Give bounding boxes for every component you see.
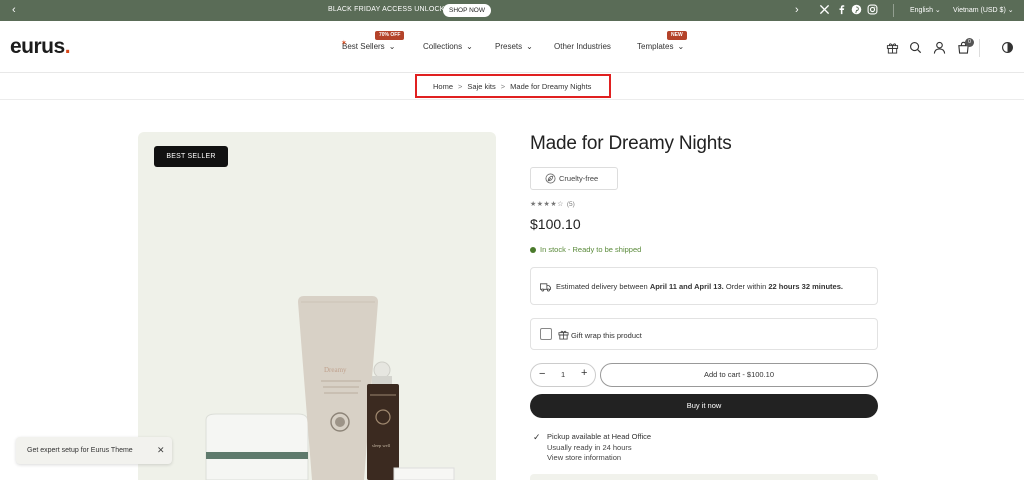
product-rating[interactable]: ★★★★☆ (5) [530, 200, 575, 208]
nav-label: Best Sellers [342, 42, 385, 51]
nav-templates[interactable]: Templates ⌄ [637, 42, 684, 51]
toast-message: Get expert setup for Eurus Theme [27, 447, 133, 454]
account-icon[interactable] [933, 41, 946, 54]
add-to-cart-button[interactable]: Add to cart - $100.10 [600, 363, 878, 387]
nav-other-industries[interactable]: Other Industries [554, 42, 611, 51]
info-card [530, 474, 878, 480]
breadcrumb-collection[interactable]: Saje kits [467, 82, 495, 91]
header-divider [979, 39, 980, 57]
chevron-down-icon: ⌄ [1007, 7, 1014, 14]
stock-text: In stock - Ready to be shipped [540, 245, 642, 254]
chevron-down-icon: ⌄ [934, 7, 941, 14]
product-image[interactable]: Dreamy sleep well BEST SELLER [138, 132, 496, 480]
chevron-left-icon[interactable]: ‹ [12, 4, 16, 16]
buy-now-button[interactable]: Buy it now [530, 394, 878, 418]
announcement-bar: ‹ BLACK FRIDAY ACCESS UNLOCKED SHOP NOW … [0, 0, 1024, 21]
setup-toast[interactable]: Get expert setup for Eurus Theme ✕ [16, 437, 172, 464]
delivery-countdown: 22 hours 32 minutes. [768, 282, 843, 291]
announcement-divider [893, 4, 894, 17]
promo-text: BLACK FRIDAY ACCESS UNLOCKED [328, 6, 455, 13]
breadcrumb-separator: > [458, 82, 463, 91]
truck-icon [540, 283, 551, 292]
delivery-estimate: Estimated delivery between April 11 and … [530, 267, 878, 305]
best-seller-badge: BEST SELLER [154, 146, 228, 167]
close-icon[interactable]: ✕ [157, 445, 165, 456]
x-icon[interactable] [819, 4, 830, 15]
nav-label: Presets [495, 42, 523, 51]
product-photo: Dreamy sleep well [205, 296, 455, 480]
chevron-down-icon: ⌄ [466, 42, 473, 51]
check-icon: ✓ [533, 432, 541, 442]
logo[interactable]: eurus. [10, 35, 71, 59]
gift-wrap-option[interactable]: Gift wrap this product [530, 318, 878, 350]
nav-best-sellers[interactable]: ✶ Best Sellers ⌄ [341, 40, 396, 51]
region-selector[interactable]: Vietnam (USD $) ⌄ [953, 6, 1014, 14]
instagram-icon[interactable] [867, 4, 878, 15]
logo-dot: . [64, 35, 71, 58]
star-rating-icons: ★★★★☆ [530, 201, 564, 208]
roller-label: sleep well [372, 443, 391, 448]
quantity-value[interactable]: 1 [561, 370, 565, 379]
in-stock-dot-icon [530, 247, 536, 253]
site-header: eurus. 70% OFF ✶ Best Sellers ⌄ Collectio… [0, 21, 1024, 73]
product-price: $100.10 [530, 216, 581, 232]
nav-presets[interactable]: Presets ⌄ [495, 42, 533, 51]
gift-icon[interactable] [886, 41, 899, 54]
delivery-prefix: Estimated delivery between [556, 282, 650, 291]
breadcrumb-current: Made for Dreamy Nights [510, 82, 592, 91]
nav-label: Collections [423, 42, 463, 51]
breadcrumb-home[interactable]: Home [433, 82, 453, 91]
pinterest-icon[interactable] [851, 4, 862, 15]
nav-badge-new: NEW [667, 31, 687, 40]
stock-status: In stock - Ready to be shipped [530, 245, 641, 254]
logo-text: eurus [10, 35, 65, 58]
gift-icon [558, 330, 569, 340]
pickup-location: Pickup available at Head Office [547, 432, 652, 441]
breadcrumb-separator: > [500, 82, 506, 91]
facebook-icon[interactable] [836, 4, 847, 15]
chevron-down-icon: ⌄ [526, 42, 533, 51]
delivery-middle: Order within [723, 282, 769, 291]
chevron-down-icon: ⌄ [677, 42, 685, 51]
nav-label: Other Industries [554, 42, 611, 51]
nav-collections[interactable]: Collections ⌄ [423, 42, 473, 51]
search-icon[interactable] [909, 41, 922, 54]
pickup-ready-time: Usually ready in 24 hours [547, 443, 632, 452]
language-selector[interactable]: English ⌄ [910, 6, 941, 14]
rating-count: (5) [566, 201, 575, 208]
view-store-link[interactable]: View store information [547, 453, 621, 462]
tag-label: Cruelty-free [559, 174, 599, 183]
delivery-dates: April 11 and April 13. [649, 282, 724, 291]
gift-wrap-label: Gift wrap this product [571, 331, 642, 340]
quantity-stepper: − 1 + [530, 363, 596, 387]
language-label: English [910, 7, 933, 14]
leaf-icon [545, 173, 556, 184]
chevron-right-icon[interactable]: › [795, 4, 799, 16]
breadcrumb: Home > Saje kits > Made for Dreamy Nights [415, 74, 611, 98]
shop-now-button[interactable]: SHOP NOW [443, 4, 491, 17]
tube-label: Dreamy [324, 366, 347, 374]
theme-toggle-icon[interactable] [1001, 41, 1014, 54]
quantity-decrease-button[interactable]: − [539, 368, 545, 380]
region-label: Vietnam (USD $) [953, 7, 1006, 14]
cruelty-free-tag: Cruelty-free [530, 167, 618, 190]
chevron-down-icon: ⌄ [388, 42, 396, 51]
gift-wrap-checkbox[interactable] [540, 328, 552, 340]
quantity-increase-button[interactable]: + [581, 367, 587, 379]
sparkle-icon: ✶ [341, 40, 347, 47]
cart-count-badge: 0 [965, 38, 974, 47]
nav-label: Templates [637, 42, 674, 51]
nav-badge-sale: 70% OFF [375, 31, 405, 40]
product-title: Made for Dreamy Nights [530, 133, 732, 154]
